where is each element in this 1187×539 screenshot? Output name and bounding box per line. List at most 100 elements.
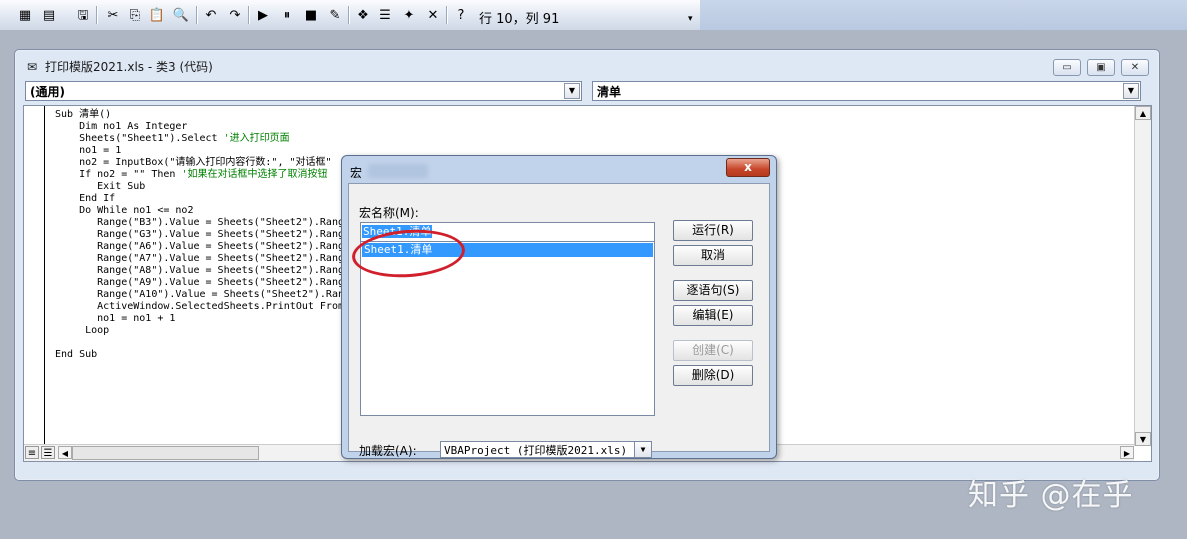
code-line-text: no2 = InputBox("请输入打印内容行数:", "对话框" [55, 157, 332, 168]
toolbar-options-chevron-icon[interactable]: ▾ [688, 14, 693, 24]
title-blur [368, 164, 428, 178]
close-button[interactable]: ✕ [1121, 59, 1149, 76]
undo-button[interactable]: ↶ [202, 6, 220, 24]
run-button[interactable]: ▶ [254, 6, 272, 24]
cut-button[interactable]: ✂ [104, 6, 122, 24]
dialog-body: 宏名称(M): Sheet1.清单 Sheet1.清单 运行(R) 取消 逐语句… [348, 183, 770, 458]
code-module-icon: ✉ [27, 59, 38, 74]
code-line[interactable]: ActiveWindow.SelectedSheets.PrintOut Fro… [55, 301, 350, 313]
stop-icon: ■ [304, 7, 318, 23]
code-line-text: ActiveWindow.SelectedSheets.PrintOut Fro… [55, 301, 351, 312]
view-excel-button[interactable]: ▦ [16, 6, 34, 24]
chevron-down-icon[interactable]: ▼ [564, 83, 580, 99]
code-line[interactable]: Loop [55, 325, 350, 337]
play-icon: ▶ [258, 7, 268, 23]
code-line[interactable]: If no2 = "" Then '如果在对话框中选择了取消按钮 [55, 169, 350, 181]
toolbar-separator [446, 6, 448, 24]
macro-name-label: 宏名称(M): [359, 206, 419, 220]
code-line-text: Do While no1 <= no2 [55, 205, 194, 216]
properties-icon: ☰ [379, 7, 391, 23]
full-module-view-icon[interactable]: ☰ [41, 446, 55, 459]
code-text[interactable]: Sub 清单() Dim no1 As Integer Sheets("Shee… [55, 109, 350, 361]
run-button[interactable]: 运行(R) [673, 220, 753, 241]
project-explorer-icon: ❖ [357, 7, 369, 23]
object-browser-button[interactable]: ✦ [400, 6, 418, 24]
code-line[interactable]: no1 = 1 [55, 145, 350, 157]
code-line[interactable]: Range("A8").Value = Sheets("Sheet2").Ran… [55, 265, 350, 277]
code-line[interactable]: Exit Sub [55, 181, 350, 193]
redo-button[interactable]: ↷ [226, 6, 244, 24]
code-line-text: Range("A6").Value = Sheets("Sheet2").Ran… [55, 241, 351, 252]
toolbox-icon: ✕ [427, 7, 439, 23]
scroll-left-icon[interactable]: ◀ [58, 446, 72, 459]
copy-icon: ⎘ [129, 7, 141, 23]
code-line[interactable]: End If [55, 193, 350, 205]
properties-button[interactable]: ☰ [376, 6, 394, 24]
scissors-icon: ✂ [107, 7, 119, 23]
macros-in-combo[interactable]: VBAProject (打印模版2021.xls) ▼ [440, 441, 652, 458]
code-line-text: Range("A10").Value = Sheets("Sheet2").Ra… [55, 289, 351, 300]
toolbox-button[interactable]: ✕ [424, 6, 442, 24]
horizontal-scroll-thumb[interactable] [72, 446, 259, 460]
code-line-text: Loop [55, 325, 110, 336]
vertical-scrollbar[interactable]: ▲ ▼ [1134, 106, 1151, 446]
help-button[interactable]: ? [452, 6, 470, 24]
code-line-text: If no2 = "" Then [55, 169, 182, 180]
delete-button[interactable]: 删除(D) [673, 365, 753, 386]
find-button[interactable]: 🔍 [172, 6, 190, 24]
procedure-view-icon[interactable]: ≡ [25, 446, 39, 459]
chevron-down-icon[interactable]: ▼ [634, 442, 651, 457]
scroll-up-icon[interactable]: ▲ [1135, 106, 1151, 120]
excel-icon: ▦ [18, 7, 32, 23]
minimize-button[interactable]: ▭ [1053, 59, 1081, 76]
code-line[interactable]: no1 = no1 + 1 [55, 313, 350, 325]
macros-in-label: 加载宏(A): [359, 444, 417, 458]
code-line[interactable]: Range("A9").Value = Sheets("Sheet2").Ran… [55, 277, 350, 289]
code-line[interactable]: Range("A7").Value = Sheets("Sheet2").Ran… [55, 253, 350, 265]
procedure-combo[interactable]: 清单 ▼ [592, 81, 1141, 101]
reset-button[interactable]: ■ [302, 6, 320, 24]
watermark-text: 知乎 @在乎 [968, 478, 1134, 513]
code-line[interactable]: no2 = InputBox("请输入打印内容行数:", "对话框" [55, 157, 350, 169]
insert-userform-button[interactable]: ▤ [40, 6, 58, 24]
edit-button[interactable]: 编辑(E) [673, 305, 753, 326]
code-comment: '如果在对话框中选择了取消按钮 [181, 169, 328, 180]
chevron-down-icon[interactable]: ▼ [1123, 83, 1139, 99]
object-combo[interactable]: (通用) ▼ [25, 81, 582, 101]
paste-button[interactable]: 📋 [148, 6, 166, 24]
create-button[interactable]: 创建(C) [673, 340, 753, 361]
binoculars-icon: 🔍 [172, 7, 190, 23]
project-explorer-button[interactable]: ❖ [354, 6, 372, 24]
code-line[interactable]: Range("B3").Value = Sheets("Sheet2").Ran… [55, 217, 350, 229]
code-line[interactable]: Range("A6").Value = Sheets("Sheet2").Ran… [55, 241, 350, 253]
cursor-position-readout: 行 10，列 91 [479, 12, 560, 27]
code-line[interactable]: Sheets("Sheet1").Select '进入打印页面 [55, 133, 350, 145]
paste-icon: 📋 [148, 7, 166, 23]
code-window-title: ✉ 打印模版2021.xls - 类3 (代码) [27, 58, 213, 75]
restore-button[interactable]: ▣ [1087, 59, 1115, 76]
copy-button[interactable]: ⎘ [126, 6, 144, 24]
code-line[interactable]: Range("G3").Value = Sheets("Sheet2").Ran… [55, 229, 350, 241]
code-line[interactable]: Sub 清单() [55, 109, 350, 121]
code-line[interactable]: Range("A10").Value = Sheets("Sheet2").Ra… [55, 289, 350, 301]
code-line[interactable]: End Sub [55, 349, 350, 361]
macros-in-value: VBAProject (打印模版2021.xls) [444, 444, 628, 457]
code-line[interactable] [55, 337, 350, 349]
step-into-button[interactable]: 逐语句(S) [673, 280, 753, 301]
dialog-close-button[interactable]: x [726, 158, 770, 177]
code-line-text: Range("A8").Value = Sheets("Sheet2").Ran… [55, 265, 351, 276]
code-window-title-text: 打印模版2021.xls - 类3 (代码) [45, 60, 213, 74]
design-mode-icon: ✎ [329, 7, 341, 23]
margin-indicator-bar[interactable] [24, 106, 45, 461]
code-line[interactable]: Do While no1 <= no2 [55, 205, 350, 217]
code-line[interactable]: Dim no1 As Integer [55, 121, 350, 133]
scroll-down-icon[interactable]: ▼ [1135, 432, 1151, 446]
code-line-text: Range("B3").Value = Sheets("Sheet2").Ran… [55, 217, 351, 228]
design-mode-button[interactable]: ✎ [326, 6, 344, 24]
scroll-right-icon[interactable]: ▶ [1120, 446, 1134, 459]
save-button[interactable]: 🖫 [74, 6, 92, 24]
cancel-button[interactable]: 取消 [673, 245, 753, 266]
pause-icon: ⏸ [283, 7, 291, 23]
break-button[interactable]: ⏸ [278, 6, 296, 24]
code-line-text: no1 = 1 [55, 145, 122, 156]
